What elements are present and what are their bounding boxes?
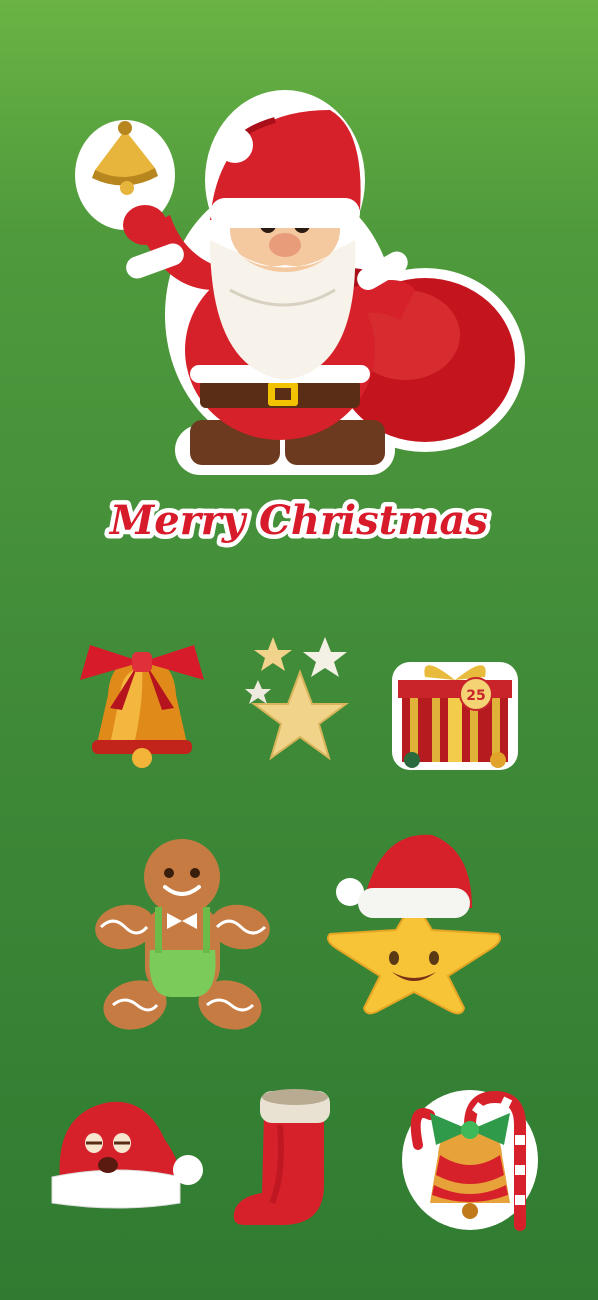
bell-with-bow-icon (80, 645, 204, 768)
candy-cane-bell-icon (402, 1090, 538, 1231)
sleepy-santa-hat-icon (51, 1101, 203, 1209)
gift-sticker[interactable]: 25 (390, 642, 520, 772)
stocking-sticker[interactable] (232, 1085, 342, 1230)
santa-hat-face-sticker[interactable] (50, 1095, 205, 1215)
candy-bell-sticker[interactable] (400, 1085, 540, 1231)
merry-christmas-title: Merry Christmas Merry Christmas (0, 486, 598, 556)
smiling-star-with-santa-hat-icon (327, 834, 501, 1015)
title-text: Merry Christmas (108, 497, 488, 544)
gingerbread-sticker[interactable] (95, 835, 270, 1035)
christmas-stocking-icon (233, 1089, 330, 1225)
santa-sticker[interactable] (70, 90, 530, 480)
stars-sticker[interactable] (240, 632, 360, 782)
gift-box-25-icon: 25 (392, 662, 518, 770)
santa-with-bell-and-sack-icon (75, 90, 525, 475)
gift-tag-label: 25 (466, 688, 485, 704)
gingerbread-man-icon (95, 839, 270, 1030)
gold-stars-icon (245, 637, 350, 761)
bell-sticker[interactable] (70, 640, 215, 775)
star-hat-sticker[interactable] (322, 830, 507, 1015)
